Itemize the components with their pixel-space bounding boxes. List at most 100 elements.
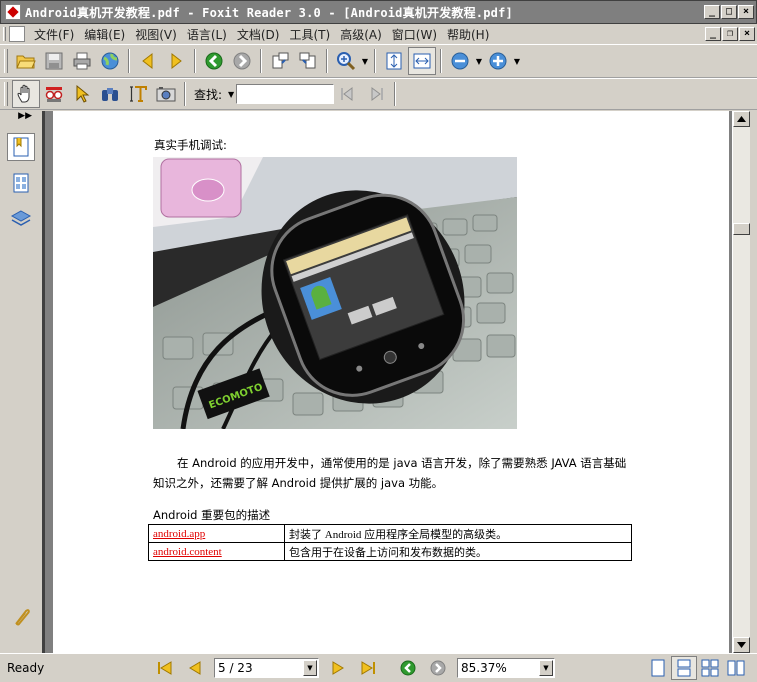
menu-language[interactable]: 语言(L) [182,26,232,43]
plus-circle-icon [489,52,507,70]
menu-document[interactable]: 文档(D) [232,26,285,43]
single-page-view-button[interactable] [645,656,671,680]
page-number-combo[interactable]: 5 / 23 ▼ [214,658,319,678]
minimize-button[interactable]: _ [704,5,720,19]
document-icon[interactable] [9,26,25,42]
menu-file[interactable]: 文件(F) [29,26,79,43]
page-indicator[interactable]: 5 / 23 [215,661,303,675]
web-button[interactable] [96,47,124,75]
zoom-dropdown-button[interactable]: ▼ [539,660,553,676]
doc-close-button[interactable]: × [739,27,755,41]
zoom-value[interactable]: 85.37% [458,661,539,675]
zoom-tool-dropdown[interactable]: ▼ [360,57,370,66]
status-go-back-button[interactable] [396,657,420,679]
next-view-button[interactable] [162,47,190,75]
attachments-tab[interactable] [7,603,35,631]
tools-toolbar: 查找: ▼ [0,78,757,110]
thumbnails-tab[interactable] [7,169,35,197]
package-link-android-app[interactable]: android.app [148,524,285,543]
main-toolbar: ▼ ▼ ▼ [0,44,757,78]
find-options-dropdown[interactable]: ▼ [226,90,236,99]
menu-view[interactable]: 视图(V) [130,26,182,43]
scroll-up-button[interactable] [733,111,750,127]
rotate-left-icon [272,52,289,69]
close-button[interactable]: × [738,5,754,19]
table-title: Android 重要包的描述 [153,508,271,522]
toolbar-separator [260,49,262,73]
first-page-button[interactable] [153,657,177,679]
fit-page-button[interactable] [380,47,408,75]
fit-page-icon [386,52,402,70]
save-button[interactable] [40,47,68,75]
maximize-button[interactable]: □ [721,5,737,19]
toolbar-grip[interactable] [4,82,8,106]
zoom-in-dropdown[interactable]: ▼ [512,57,522,66]
go-forward-button[interactable] [228,47,256,75]
menu-bar: 文件(F) 编辑(E) 视图(V) 语言(L) 文档(D) 工具(T) 高级(A… [0,24,757,44]
scroll-down-button[interactable] [733,637,750,653]
continuous-facing-icon [727,660,745,676]
zoom-in-button[interactable] [484,47,512,75]
typewriter-tool-button[interactable] [40,80,68,108]
find-label: 查找: [194,87,223,102]
find-next-button[interactable] [362,80,390,108]
back-circle-icon [205,52,223,70]
doc-restore-button[interactable]: ❐ [722,27,738,41]
print-button[interactable] [68,47,96,75]
find-previous-button[interactable] [334,80,362,108]
page-dropdown-button[interactable]: ▼ [303,660,317,676]
menu-edit[interactable]: 编辑(E) [79,26,130,43]
previous-page-button[interactable] [183,657,207,679]
menu-tools[interactable]: 工具(T) [284,26,335,43]
previous-view-button[interactable] [134,47,162,75]
continuous-view-button[interactable] [671,656,697,680]
vertical-scrollbar[interactable] [732,111,750,653]
zoom-tool-button[interactable] [332,47,360,75]
last-page-button[interactable] [356,657,380,679]
bookmark-page-icon [13,137,29,157]
rotate-clockwise-button[interactable] [294,47,322,75]
table-row: android.app 封装了 Android 应用程序全局模型的高级类。 [148,524,632,543]
text-select-tool-button[interactable] [124,80,152,108]
snapshot-tool-button[interactable] [152,80,180,108]
status-go-forward-button[interactable] [426,657,450,679]
hand-tool-button[interactable] [12,80,40,108]
document-view[interactable]: 真实手机调试: ECOMOTO 在 Android 的应用开发中，通常使用的是 … [42,111,732,653]
facing-view-button[interactable] [697,656,723,680]
package-table: android.app 封装了 Android 应用程序全局模型的高级类。 an… [148,524,632,561]
zoom-combo[interactable]: 85.37% ▼ [457,658,555,678]
layers-tab[interactable] [7,205,35,233]
thumbnails-icon [13,173,29,193]
find-input[interactable] [236,84,335,104]
next-page-button[interactable] [326,657,350,679]
go-back-button[interactable] [200,47,228,75]
toolbar-separator [128,49,130,73]
toolbar-separator [326,49,328,73]
select-tool-button[interactable] [68,80,96,108]
zoom-out-button[interactable] [446,47,474,75]
expand-panel-button[interactable]: ▶▶ [0,111,42,125]
fit-width-button[interactable] [408,47,436,75]
last-page-icon [361,661,375,675]
scroll-thumb[interactable] [733,223,750,235]
camera-icon [156,87,176,102]
find-tool-button[interactable] [96,80,124,108]
open-button[interactable] [12,47,40,75]
doc-minimize-button[interactable]: _ [705,27,721,41]
menu-advanced[interactable]: 高级(A) [335,26,387,43]
package-link-android-content[interactable]: android.content [148,542,285,561]
menu-grip[interactable] [3,27,6,41]
toolbar-grip[interactable] [4,49,8,73]
zoom-out-dropdown[interactable]: ▼ [474,57,484,66]
foxit-app-icon[interactable] [5,4,21,20]
find-previous-icon [341,87,353,101]
rotate-counterclockwise-button[interactable] [266,47,294,75]
arrow-up-icon [737,116,746,122]
bookmarks-tab[interactable] [7,133,35,161]
pdf-page: 真实手机调试: ECOMOTO 在 Android 的应用开发中，通常使用的是 … [53,111,729,653]
continuous-facing-view-button[interactable] [723,656,749,680]
toolbar-separator [184,82,186,106]
menu-window[interactable]: 窗口(W) [387,26,442,43]
toolbar-separator [374,49,376,73]
menu-help[interactable]: 帮助(H) [442,26,494,43]
